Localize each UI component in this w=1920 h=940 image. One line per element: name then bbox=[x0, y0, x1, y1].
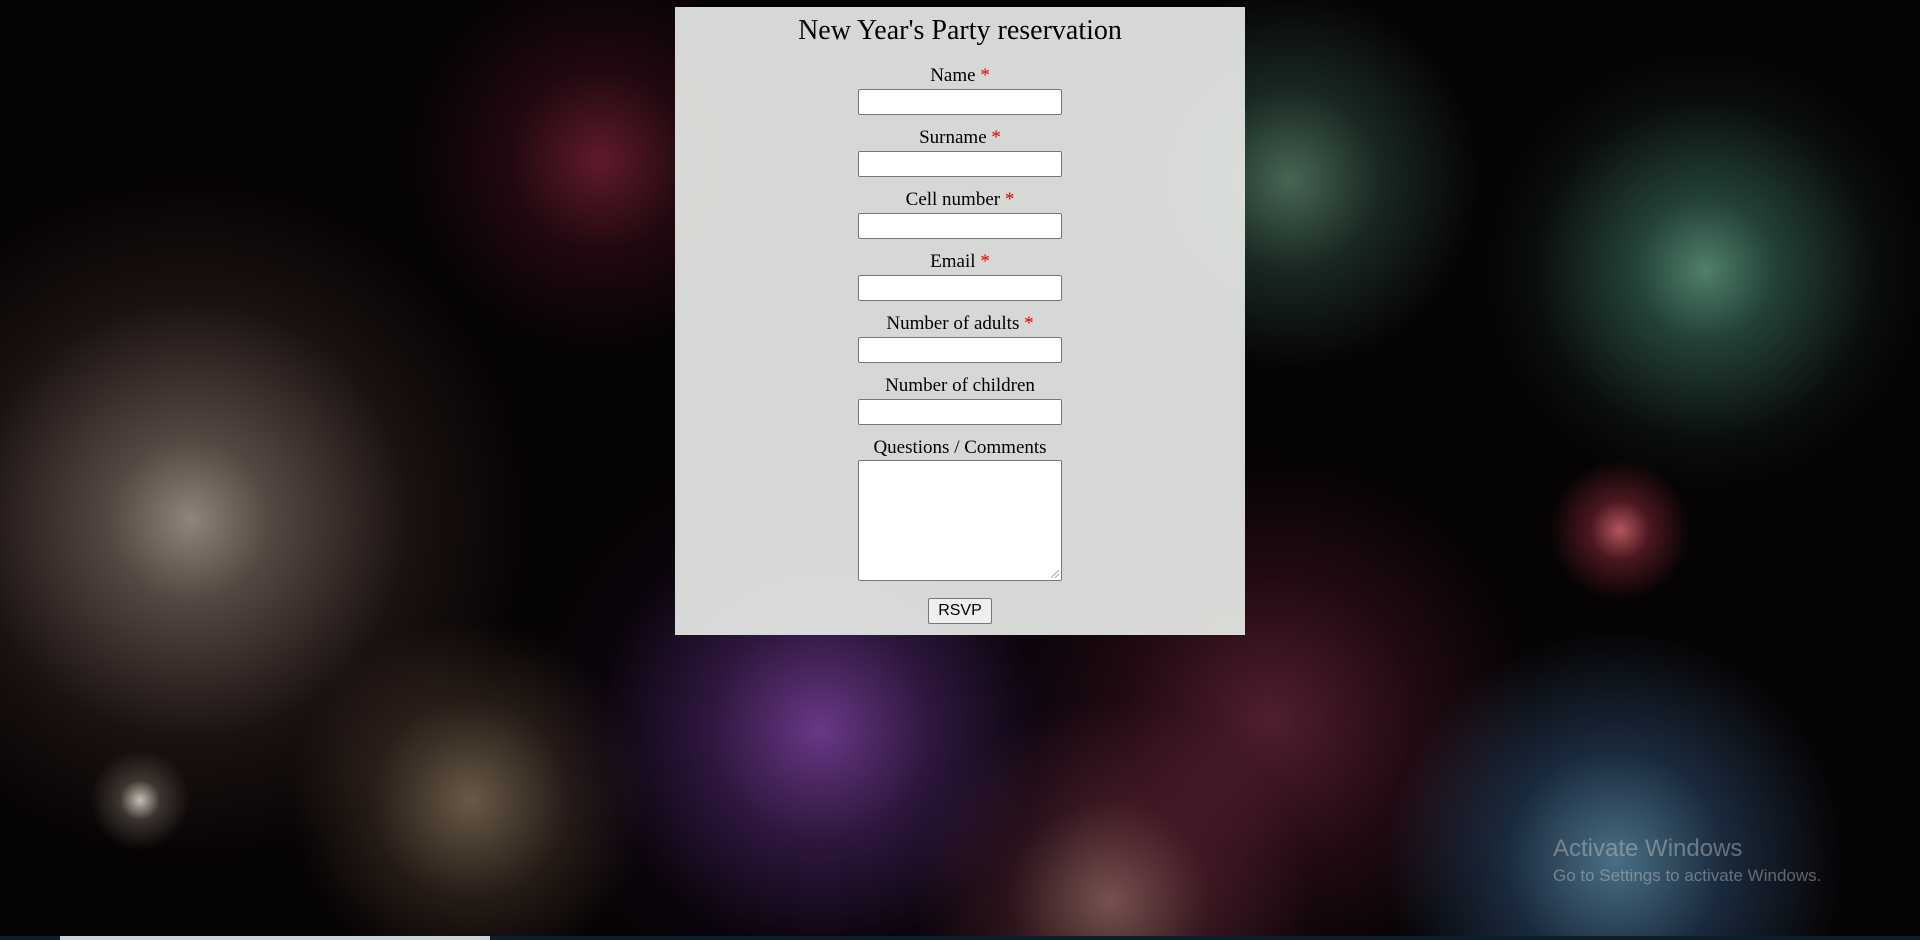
watermark-subtitle: Go to Settings to activate Windows. bbox=[1553, 866, 1822, 885]
number-of-adults-input[interactable] bbox=[858, 337, 1062, 363]
field-number-of-adults: Number of adults * bbox=[675, 313, 1245, 363]
email-input[interactable] bbox=[858, 275, 1062, 301]
required-marker: * bbox=[980, 251, 990, 272]
surname-label: Surname * bbox=[675, 127, 1245, 149]
field-name: Name * bbox=[675, 65, 1245, 115]
page-title: New Year's Party reservation bbox=[798, 15, 1122, 46]
rsvp-button[interactable]: RSVP bbox=[928, 598, 992, 624]
number-of-children-label: Number of children bbox=[675, 375, 1245, 397]
email-label: Email * bbox=[675, 251, 1245, 273]
number-of-children-input[interactable] bbox=[858, 399, 1062, 425]
cell-number-label-text: Cell number bbox=[905, 189, 1001, 210]
required-marker: * bbox=[980, 65, 990, 86]
field-number-of-children: Number of children bbox=[675, 375, 1245, 425]
activate-windows-watermark: Activate Windows Go to Settings to activ… bbox=[1553, 836, 1821, 886]
cell-number-input[interactable] bbox=[858, 213, 1062, 239]
number-of-children-label-text: Number of children bbox=[885, 375, 1035, 396]
resize-handle-icon[interactable] bbox=[1051, 570, 1059, 578]
reservation-panel: New Year's Party reservation Name * Surn… bbox=[675, 7, 1245, 635]
comments-label: Questions / Comments bbox=[873, 437, 1047, 458]
submit-row: RSVP bbox=[675, 598, 1245, 624]
field-surname: Surname * bbox=[675, 127, 1245, 177]
field-comments: Questions / Comments bbox=[675, 437, 1245, 581]
name-label: Name * bbox=[675, 65, 1245, 87]
surname-input[interactable] bbox=[858, 151, 1062, 177]
email-label-text: Email bbox=[930, 251, 976, 272]
taskbar-edge-highlight bbox=[60, 936, 490, 940]
reservation-form: Name * Surname * Cell number * Email * N… bbox=[675, 65, 1245, 624]
required-marker: * bbox=[1004, 189, 1015, 210]
number-of-adults-label: Number of adults * bbox=[675, 313, 1245, 335]
name-input[interactable] bbox=[858, 89, 1062, 115]
field-cell-number: Cell number * bbox=[675, 189, 1245, 239]
surname-label-text: Surname bbox=[919, 127, 987, 148]
comments-textarea[interactable] bbox=[858, 460, 1062, 581]
name-label-text: Name bbox=[930, 65, 976, 86]
watermark-title: Activate Windows bbox=[1553, 835, 1743, 862]
cell-number-label: Cell number * bbox=[675, 189, 1245, 211]
number-of-adults-label-text: Number of adults bbox=[886, 313, 1020, 334]
field-email: Email * bbox=[675, 251, 1245, 301]
required-marker: * bbox=[991, 127, 1001, 148]
required-marker: * bbox=[1024, 313, 1034, 334]
